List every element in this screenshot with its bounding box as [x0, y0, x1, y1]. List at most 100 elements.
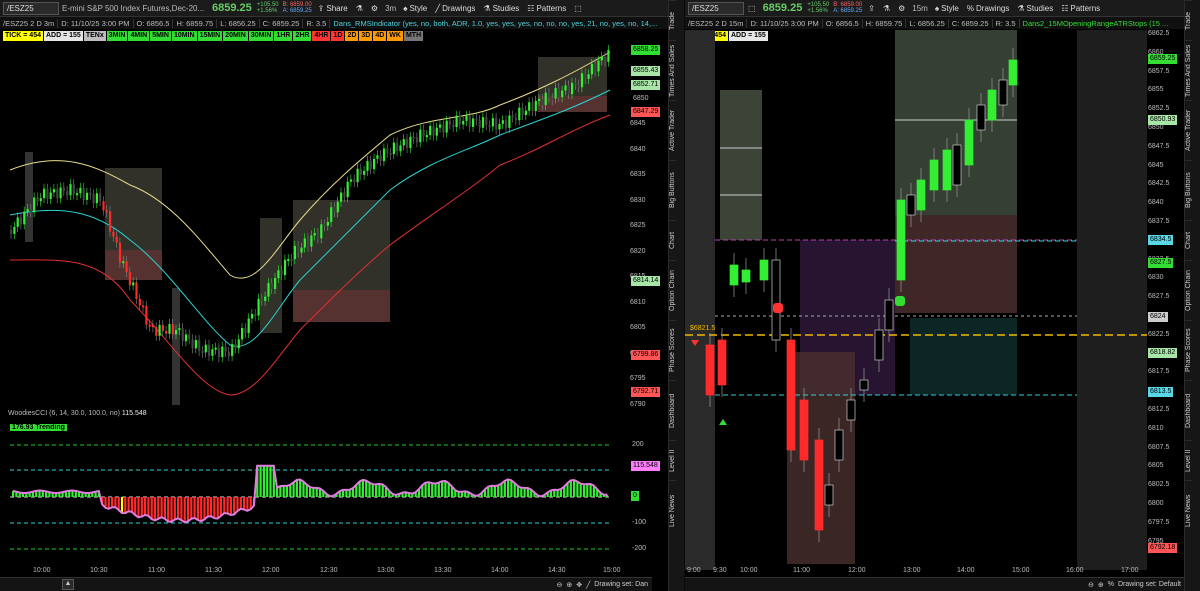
- cci-bar: [160, 497, 163, 518]
- side-tab[interactable]: Level II: [1185, 440, 1192, 480]
- cci-bar: [216, 497, 219, 519]
- right-chart-info-bar: /ESZ25 2 D 15m D: 11/10/25 3:00 PM O: 68…: [685, 17, 1185, 29]
- pencil-icon: ╱: [435, 3, 441, 13]
- share-icon[interactable]: ⇪: [864, 4, 879, 13]
- side-tab[interactable]: Chart: [669, 220, 676, 260]
- link-icon[interactable]: ⬚: [744, 4, 760, 13]
- cci-bar: [203, 497, 206, 520]
- cci-bar: [295, 479, 298, 497]
- zoom-out-icon[interactable]: ⊖: [556, 581, 562, 589]
- candle-body: [874, 329, 884, 361]
- side-tab[interactable]: Trade: [1185, 0, 1192, 40]
- candle-body: [33, 197, 36, 213]
- candle-body: [165, 330, 168, 334]
- candle-body: [998, 79, 1008, 106]
- side-tab[interactable]: Chart: [1185, 220, 1192, 260]
- crosshair-icon[interactable]: ✥: [576, 581, 582, 589]
- candle-body: [227, 352, 230, 356]
- pencil-icon[interactable]: ╱: [586, 581, 590, 589]
- price-label: 6850: [633, 95, 649, 102]
- left-patterns-button[interactable]: ☷ Patterns: [523, 4, 570, 13]
- price-tick-label: 6810: [1148, 424, 1164, 432]
- candle-body: [524, 110, 527, 116]
- zoom-in-icon[interactable]: ⊕: [566, 581, 572, 589]
- candle-body: [105, 210, 108, 213]
- candle-body: [571, 82, 574, 95]
- right-chart-panel: /ESZ25 ⬚ 6859.25 +105.50 +1.56% B: 6859.0…: [685, 0, 1200, 591]
- side-tab[interactable]: Times And Sales: [669, 40, 676, 100]
- right-style-button[interactable]: ♠ Style: [931, 4, 963, 13]
- flask-icon[interactable]: ⚗: [879, 4, 894, 13]
- left-drawing-set[interactable]: Drawing set: Dan: [594, 581, 648, 588]
- side-tab[interactable]: Trade: [669, 0, 676, 40]
- percent-icon: %: [966, 3, 974, 13]
- zoom-out-icon[interactable]: ⊖: [1088, 581, 1094, 589]
- candle-body: [594, 63, 597, 72]
- side-tab[interactable]: Active Trader: [1185, 100, 1192, 160]
- right-chart-range: R: 3.5: [993, 18, 1020, 28]
- left-studies-button[interactable]: ⚗ Studies: [479, 4, 523, 13]
- side-tab[interactable]: Active Trader: [669, 100, 676, 160]
- candle-body: [442, 124, 445, 133]
- right-patterns-button[interactable]: ☷ Patterns: [1057, 4, 1104, 13]
- zoom-in-icon[interactable]: ⊕: [1098, 581, 1104, 589]
- price-tick-label: 6862.5: [1148, 30, 1170, 37]
- side-tab[interactable]: Option Chain: [1185, 260, 1192, 320]
- side-tab[interactable]: Big Buttons: [1185, 160, 1192, 220]
- cci-bars: [12, 465, 609, 523]
- left-chart-range: R: 3.5: [303, 18, 331, 28]
- cci-bar: [134, 497, 137, 515]
- cci-tick-label: -200: [632, 545, 647, 552]
- candle-body: [814, 439, 824, 531]
- gear-icon[interactable]: ⚙: [894, 4, 909, 13]
- candle-body: [250, 314, 254, 319]
- candle-body: [201, 351, 204, 354]
- side-tab[interactable]: Times And Sales: [1185, 40, 1192, 100]
- left-timeframe-button[interactable]: 3m: [382, 4, 399, 13]
- right-price-chart[interactable]: [685, 30, 1147, 570]
- candle-body: [538, 98, 541, 101]
- side-tab[interactable]: Phase Scores: [1185, 320, 1192, 380]
- candle-body: [475, 118, 478, 121]
- side-tab[interactable]: Phase Scores: [669, 320, 676, 380]
- flask-icon[interactable]: ⚗: [352, 4, 367, 13]
- cci-bar: [170, 497, 173, 522]
- time-tick-label: 14:00: [957, 567, 975, 574]
- right-drawings-button[interactable]: % Drawings: [963, 4, 1013, 13]
- candle-body: [705, 344, 715, 396]
- price-tick-label: 6847.5: [1148, 142, 1170, 150]
- candle-body: [587, 74, 590, 79]
- candle-body: [349, 179, 353, 182]
- side-tab[interactable]: Live News: [669, 480, 676, 540]
- link-icon[interactable]: ⬚: [570, 4, 586, 13]
- side-tab[interactable]: Dashboard: [1185, 380, 1192, 440]
- candle-body: [125, 261, 128, 273]
- cci-bar: [490, 485, 493, 497]
- cci-bar: [516, 486, 520, 497]
- candle-body: [313, 233, 316, 236]
- left-symbol-input[interactable]: /ESZ25: [3, 1, 59, 15]
- side-tab[interactable]: Big Buttons: [669, 160, 676, 220]
- candle-body: [379, 155, 382, 162]
- left-style-button[interactable]: ♠ Style: [399, 4, 431, 13]
- right-studies-button[interactable]: ⚗ Studies: [1013, 4, 1057, 13]
- right-timeframe-button[interactable]: 15m: [909, 4, 931, 13]
- price-label: 6855.43: [631, 66, 661, 76]
- side-tab[interactable]: Dashboard: [669, 380, 676, 440]
- left-price-chart[interactable]: [0, 30, 628, 405]
- side-tab[interactable]: Live News: [1185, 480, 1192, 540]
- candle-body: [82, 187, 85, 200]
- gear-icon[interactable]: ⚙: [367, 4, 382, 13]
- left-drawings-button[interactable]: ╱ Drawings: [431, 4, 479, 13]
- side-tab[interactable]: Option Chain: [669, 260, 676, 320]
- expand-icon[interactable]: ▲: [62, 579, 74, 590]
- candle-body: [16, 217, 19, 227]
- cci-status-badge: 176.93 Trending: [10, 424, 67, 431]
- side-tab[interactable]: Level II: [669, 440, 676, 480]
- left-share-button[interactable]: ⇪ Share: [314, 4, 352, 13]
- percent-icon[interactable]: %: [1108, 581, 1114, 588]
- right-symbol-input[interactable]: /ESZ25: [688, 1, 744, 15]
- candle-body: [221, 346, 224, 358]
- right-drawing-set[interactable]: Drawing set: Default: [1118, 581, 1181, 588]
- cci-bar: [236, 497, 239, 512]
